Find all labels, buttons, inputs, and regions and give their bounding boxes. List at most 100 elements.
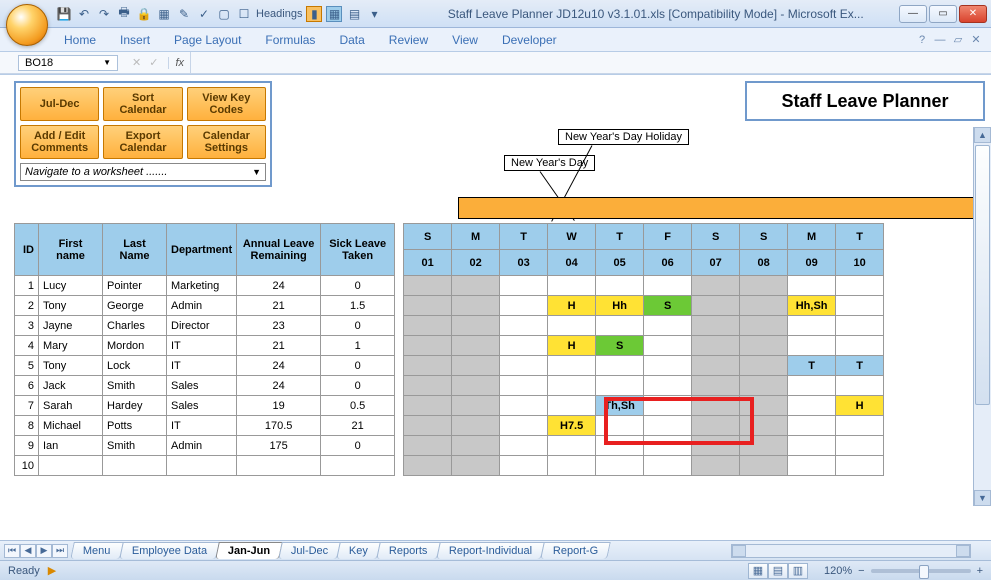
calendar-cell[interactable] [596,376,644,396]
page-layout-view-icon[interactable]: ▤ [768,563,788,579]
calendar-cell[interactable] [500,416,548,436]
vertical-scrollbar[interactable]: ▲ ▼ [973,127,991,506]
calendar-cell[interactable] [644,316,692,336]
calendar-cell[interactable] [740,416,788,436]
calendar-cell[interactable]: Hh [596,296,644,316]
status-macro-icon[interactable]: ▶ [48,564,56,577]
minimize-button[interactable]: — [899,5,927,23]
calendar-cell[interactable] [644,376,692,396]
calendar-cell[interactable]: H [548,336,596,356]
scroll-down-icon[interactable]: ▼ [974,490,991,506]
sheet-tab-report-individual[interactable]: Report-Individual [436,542,545,559]
scroll-up-icon[interactable]: ▲ [974,127,991,143]
calendar-cell[interactable] [452,296,500,316]
calendar-row[interactable]: HHhSHh,Sh [404,296,884,316]
close-button[interactable]: ✕ [959,5,987,23]
sort-calendar-button[interactable]: Sort Calendar [103,87,182,121]
calendar-cell[interactable] [548,396,596,416]
view1-icon[interactable]: ▮ [306,6,322,22]
th-department[interactable]: Department [167,224,237,276]
table-row[interactable]: 4MaryMordonIT211 [15,336,395,356]
calendar-cell[interactable] [404,456,452,476]
calendar-cell[interactable] [500,436,548,456]
calendar-cell[interactable] [452,356,500,376]
qat-more-icon[interactable]: ▾ [366,6,382,22]
zoom-in-icon[interactable]: + [977,565,983,577]
calendar-cell[interactable] [692,336,740,356]
calendar-row[interactable]: TT [404,356,884,376]
calendar-cell[interactable] [500,356,548,376]
calendar-cell[interactable] [644,436,692,456]
ribbon-minimize-icon[interactable]: — [933,33,947,47]
calendar-row[interactable] [404,436,884,456]
tab-nav-last-icon[interactable]: ⏭ [52,544,68,558]
name-box[interactable]: BO18 ▼ [18,55,118,71]
calendar-cell[interactable] [500,376,548,396]
undo-icon[interactable]: ↶ [76,6,92,22]
sheet-tab-reports[interactable]: Reports [376,542,440,559]
calendar-cell[interactable] [740,396,788,416]
view2-icon[interactable]: ▦ [326,6,342,22]
ribbon-tab-formulas[interactable]: Formulas [253,29,327,51]
calendar-cell[interactable] [596,416,644,436]
calendar-cell[interactable] [644,396,692,416]
calendar-cell[interactable] [692,396,740,416]
table-row[interactable]: 3JayneCharlesDirector230 [15,316,395,336]
calendar-cell[interactable] [836,276,884,296]
calendar-cell[interactable] [836,436,884,456]
cal-day-header[interactable]: S [404,224,452,250]
table-row[interactable]: 6JackSmithSales240 [15,376,395,396]
calendar-cell[interactable] [836,336,884,356]
calendar-cell[interactable] [500,276,548,296]
maximize-button[interactable]: ▭ [929,5,957,23]
cal-day-header[interactable]: M [788,224,836,250]
headings-check[interactable]: ☐ [236,6,252,22]
calendar-cell[interactable]: T [836,356,884,376]
calendar-cell[interactable] [548,456,596,476]
tool4-icon[interactable]: ▢ [216,6,232,22]
calendar-cell[interactable] [740,456,788,476]
calendar-cell[interactable] [452,396,500,416]
th-annual-leave[interactable]: Annual Leave Remaining [237,224,321,276]
cal-day-header[interactable]: M [452,224,500,250]
tab-nav-next-icon[interactable]: ▶ [36,544,52,558]
calendar-cell[interactable] [740,276,788,296]
tab-nav-first-icon[interactable]: ⏮ [4,544,20,558]
calendar-cell[interactable] [644,456,692,476]
cal-date-header[interactable]: 10 [836,250,884,276]
cal-day-header[interactable]: T [596,224,644,250]
tool2-icon[interactable]: ✎ [176,6,192,22]
table-row[interactable]: 2TonyGeorgeAdmin211.5 [15,296,395,316]
calendar-row[interactable] [404,316,884,336]
calendar-cell[interactable] [692,296,740,316]
office-button[interactable] [6,4,48,46]
calendar-cell[interactable] [404,436,452,456]
fx-button[interactable]: fx [168,57,190,69]
calendar-cell[interactable] [644,356,692,376]
cancel-formula-icon[interactable]: ✕ [128,56,145,69]
juldec-button[interactable]: Jul-Dec [20,87,99,121]
calendar-cell[interactable]: H [548,296,596,316]
calendar-cell[interactable] [452,376,500,396]
page-break-view-icon[interactable]: ▥ [788,563,808,579]
calendar-cell[interactable] [596,276,644,296]
calendar-settings-button[interactable]: Calendar Settings [187,125,266,159]
calendar-cell[interactable] [788,376,836,396]
calendar-cell[interactable] [548,356,596,376]
ribbon-restore-icon[interactable]: ▱ [951,33,965,47]
calendar-cell[interactable] [740,376,788,396]
calendar-cell[interactable]: Th,Sh [596,396,644,416]
calendar-cell[interactable] [788,416,836,436]
cal-day-header[interactable]: F [644,224,692,250]
calendar-cell[interactable] [500,316,548,336]
calendar-cell[interactable] [740,436,788,456]
calendar-cell[interactable] [644,416,692,436]
calendar-table[interactable]: SMTWTFSSMT 01020304050607080910 HHhSHh,S… [403,223,884,476]
ribbon-help-icon[interactable]: ? [915,33,929,47]
calendar-cell[interactable] [452,336,500,356]
zoom-level[interactable]: 120% [824,565,852,577]
calendar-cell[interactable] [836,416,884,436]
formula-input[interactable] [190,52,991,73]
cal-date-header[interactable]: 04 [548,250,596,276]
calendar-cell[interactable] [452,456,500,476]
